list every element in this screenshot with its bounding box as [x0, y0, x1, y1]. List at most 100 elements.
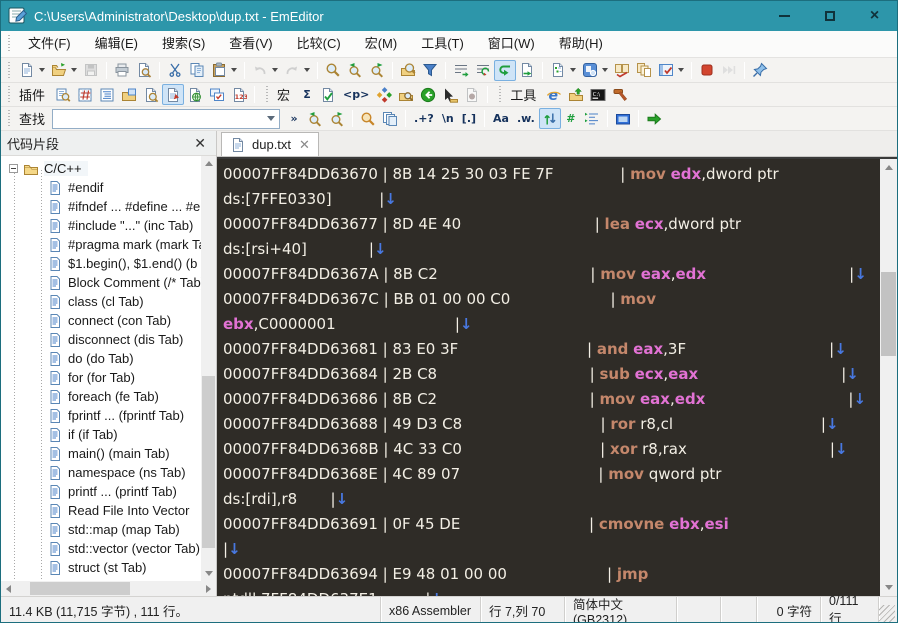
menu-item-2[interactable]: 搜索(S) [150, 31, 217, 57]
scroll-thumb[interactable] [202, 376, 215, 548]
snippet-item[interactable]: namespace (ns Tab) [1, 463, 201, 482]
save-button[interactable] [80, 60, 102, 81]
find-next-button[interactable] [366, 60, 388, 81]
snippets-plugin-button[interactable] [162, 84, 185, 105]
wrap-by-page-button[interactable] [516, 60, 538, 81]
run-macro-button[interactable] [718, 60, 740, 81]
snippets-panel-close-icon[interactable]: ✕ [190, 135, 210, 152]
dropdown-arrow-icon[interactable] [602, 68, 608, 72]
snippet-item[interactable]: Read File Into Vector [1, 501, 201, 520]
wordcount-plugin-button[interactable]: 123 [228, 84, 250, 105]
cursor-ruler-macro-button[interactable] [439, 84, 461, 105]
dropdown-arrow-icon[interactable] [570, 68, 576, 72]
menu-item-3[interactable]: 查看(V) [217, 31, 284, 57]
overflow-chevron[interactable]: » [284, 108, 304, 129]
dropdown-arrow-icon[interactable] [71, 68, 77, 72]
htmlbar-plugin-button[interactable] [74, 84, 96, 105]
incremental-search-button[interactable] [538, 108, 561, 129]
no-wrap-button[interactable] [450, 60, 472, 81]
escape-toggle-button[interactable]: \n [438, 108, 458, 129]
compare-button[interactable] [611, 60, 633, 81]
find-input[interactable] [52, 108, 281, 129]
document-macro-button[interactable] [461, 84, 483, 105]
display-button[interactable] [612, 108, 634, 129]
check-macro-button[interactable] [317, 84, 339, 105]
snippet-item[interactable]: class (cl Tab) [1, 292, 201, 311]
snippet-item[interactable]: fprintf ... (fprintf Tab) [1, 406, 201, 425]
snippets-horizontal-scrollbar[interactable] [1, 581, 216, 596]
regex-toggle-button[interactable]: .+? [410, 108, 438, 129]
snippet-item[interactable]: foreach (fe Tab) [1, 387, 201, 406]
scroll-down-icon[interactable] [201, 566, 216, 581]
outline-button[interactable] [547, 60, 569, 81]
dropdown-arrow-icon[interactable] [39, 68, 45, 72]
open-file-button[interactable] [48, 60, 70, 81]
snippet-item[interactable]: printf ... (printf Tab) [1, 482, 201, 501]
sigma-macro-button[interactable]: Σ [297, 84, 317, 105]
new-file-button[interactable] [16, 60, 38, 81]
tab-close-icon[interactable]: ✕ [299, 137, 310, 153]
snippets-vertical-scrollbar[interactable] [201, 156, 216, 581]
find-button[interactable] [322, 60, 344, 81]
snippet-item[interactable]: connect (con Tab) [1, 311, 201, 330]
explorer-plugin-button[interactable] [118, 84, 140, 105]
menu-item-5[interactable]: 宏(M) [353, 31, 410, 57]
snippet-item[interactable]: main() (main Tab) [1, 444, 201, 463]
html-tag-macro-button[interactable]: <p> [339, 84, 373, 105]
compare-rescan-button[interactable] [633, 60, 655, 81]
menu-item-0[interactable]: 文件(F) [16, 31, 83, 57]
tidy-macro-button[interactable] [373, 84, 395, 105]
wrap-by-window-button[interactable] [494, 59, 516, 81]
findbar-next-button[interactable] [326, 108, 348, 129]
back-arrow-macro-button[interactable] [417, 84, 439, 105]
findbar-plugin-button[interactable] [140, 84, 162, 105]
redo-button[interactable] [281, 60, 303, 81]
findbar-previous-button[interactable] [304, 108, 326, 129]
menu-item-7[interactable]: 窗口(W) [476, 31, 547, 57]
snippet-item[interactable]: $1.begin(), $1.end() (b Tab) [1, 254, 201, 273]
print-preview-button[interactable] [133, 60, 155, 81]
filter-button[interactable] [419, 60, 441, 81]
menu-item-4[interactable]: 比较(C) [285, 31, 353, 57]
scroll-right-icon[interactable] [201, 581, 216, 596]
filter-lines-button[interactable] [581, 108, 603, 129]
paste-button[interactable] [208, 60, 230, 81]
menu-item-6[interactable]: 工具(T) [409, 31, 476, 57]
find-in-files-button[interactable] [397, 60, 419, 81]
scroll-thumb[interactable] [881, 272, 896, 356]
markers-button[interactable] [655, 60, 677, 81]
export-folder-tool-button[interactable] [565, 84, 587, 105]
number-toggle-button[interactable]: # [561, 108, 581, 129]
find-input-field[interactable] [53, 110, 264, 127]
snippet-item[interactable]: #include "..." (inc Tab) [1, 216, 201, 235]
resize-grip[interactable] [879, 605, 895, 622]
undo-button[interactable] [249, 60, 271, 81]
chevron-down-icon[interactable] [263, 110, 279, 128]
editor-vertical-scrollbar[interactable] [880, 159, 897, 596]
snippet-item[interactable]: #ifndef ... #define ... #endif [1, 197, 201, 216]
match-case-button[interactable]: Aa [489, 108, 513, 129]
command-prompt-tool-button[interactable]: C:\ [587, 84, 609, 105]
print-button[interactable] [111, 60, 133, 81]
dropdown-arrow-icon[interactable] [272, 68, 278, 72]
dropdown-arrow-icon[interactable] [678, 68, 684, 72]
browser-tool-button[interactable]: e [543, 84, 565, 105]
search-plugin-button[interactable] [52, 84, 74, 105]
outline-plugin-button[interactable] [96, 84, 118, 105]
copy-button[interactable] [186, 60, 208, 81]
copy-results-button[interactable] [379, 108, 401, 129]
snippet-item[interactable]: #pragma mark (mark Tab) [1, 235, 201, 254]
text-editor[interactable]: 00007FF84DD63670 | 8B 14 25 30 03 FE 7F … [217, 159, 880, 596]
snippet-item[interactable]: if (if Tab) [1, 425, 201, 444]
projects-plugin-button[interactable] [206, 84, 228, 105]
workspace-button[interactable] [579, 60, 601, 81]
scroll-up-icon[interactable] [201, 156, 216, 171]
close-button[interactable]: × [852, 1, 897, 31]
snippet-item[interactable]: #endif [1, 178, 201, 197]
minimize-button[interactable] [762, 1, 807, 31]
cut-button[interactable] [164, 60, 186, 81]
find-previous-button[interactable] [344, 60, 366, 81]
jump-button[interactable] [643, 108, 665, 129]
collapse-icon[interactable] [9, 164, 18, 173]
highlight-button[interactable] [357, 108, 379, 129]
